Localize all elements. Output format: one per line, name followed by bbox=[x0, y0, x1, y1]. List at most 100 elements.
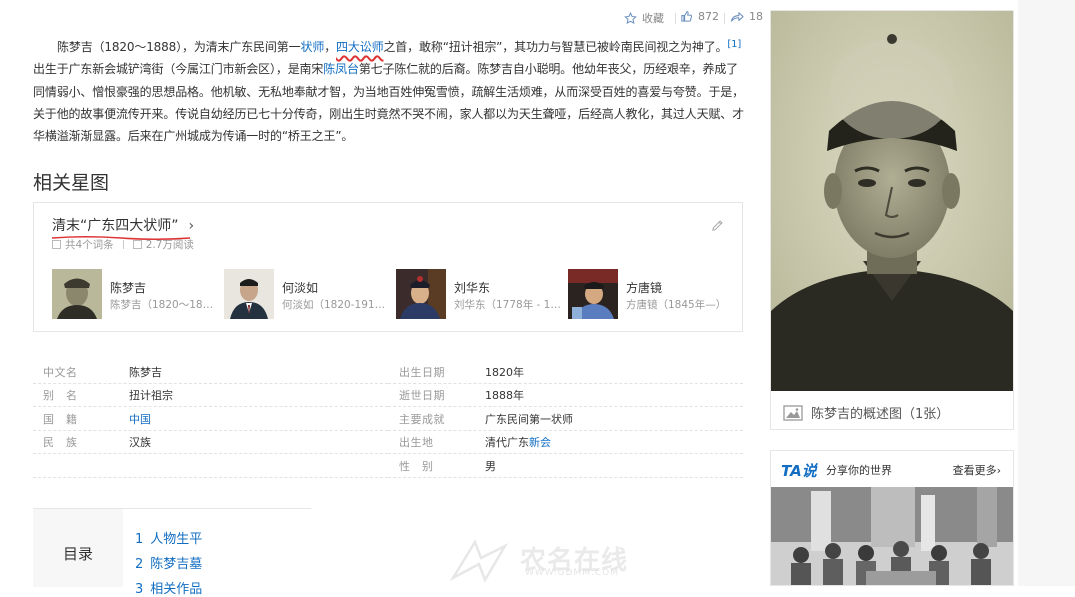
related-figures-card: 清末“广东四大状师” › 共4个词条 2.7万阅读 陈梦吉 陈梦吉（1820～18… bbox=[33, 202, 743, 332]
toc-item[interactable]: 2 陈梦吉墓 bbox=[135, 553, 202, 572]
share-count: 18 bbox=[749, 10, 763, 23]
info-value-link[interactable]: 中国 bbox=[129, 411, 151, 427]
link-sida-songshi[interactable]: 四大讼师 bbox=[336, 40, 384, 54]
info-row bbox=[33, 454, 388, 478]
info-row: 主要成就 广东民间第一状师 bbox=[388, 407, 743, 431]
info-value: 广东民间第一状师 bbox=[485, 413, 573, 426]
ta-share-card: TA说 分享你的世界 查看更多› bbox=[770, 450, 1014, 586]
watermark-url: WWW.GDMM.COM bbox=[525, 568, 619, 578]
edit-icon[interactable] bbox=[711, 217, 724, 236]
portrait-thumbnail bbox=[52, 269, 102, 319]
info-value-link[interactable]: 新会 bbox=[529, 436, 551, 449]
portrait-thumbnail bbox=[396, 269, 446, 319]
summary-text-1: 陈梦吉（1820～1888），为清末广东民间第一 bbox=[57, 40, 301, 54]
ta-logo-ta: TA bbox=[781, 462, 802, 480]
site-watermark: 农名在线 WWW.GDMM.COM bbox=[445, 538, 645, 584]
info-key: 国 籍 bbox=[43, 413, 78, 426]
toc-item-number: 1 bbox=[135, 532, 144, 547]
related-person-name: 方唐镜 bbox=[626, 281, 663, 295]
info-row: 性 别 男 bbox=[388, 454, 743, 478]
like-button[interactable]: 872 bbox=[680, 10, 719, 23]
divider bbox=[675, 13, 676, 24]
divider bbox=[122, 240, 124, 249]
toc-title-block: 目录 bbox=[33, 509, 123, 587]
like-count: 872 bbox=[698, 10, 719, 23]
info-row: 逝世日期 1888年 bbox=[388, 383, 743, 407]
related-person-chen-mengji[interactable]: 陈梦吉 陈梦吉（1820～1888） bbox=[52, 269, 222, 321]
info-row: 别 名 扭计祖宗 bbox=[33, 383, 388, 407]
summary-picture-caption-text: 陈梦吉的概述图（1张） bbox=[811, 407, 950, 422]
table-of-contents: 目录 1 人物生平 2 陈梦吉墓 3 相关作品 bbox=[33, 508, 311, 597]
related-person-name: 刘华东 bbox=[454, 281, 491, 295]
ta-slogan: 分享你的世界 bbox=[826, 464, 892, 477]
link-chen-fengtai[interactable]: 陈凤台 bbox=[323, 62, 359, 76]
ta-logo-shuo: 说 bbox=[801, 462, 817, 480]
link-zhuangshi[interactable]: 状师 bbox=[300, 40, 324, 54]
article-actions: 收藏 872 18 bbox=[620, 10, 768, 28]
related-person-desc: 陈梦吉（1820～1888） bbox=[110, 299, 218, 311]
toc-item-label: 人物生平 bbox=[150, 532, 203, 547]
info-row: 中文名 陈梦吉 bbox=[33, 360, 388, 384]
related-person-desc: 何淡如（1820-1913） bbox=[282, 299, 390, 311]
chevron-right-icon: › bbox=[188, 218, 195, 234]
info-value-text: 清代广东 bbox=[485, 436, 529, 449]
image-icon bbox=[783, 404, 803, 421]
info-value: 1888年 bbox=[485, 389, 524, 402]
summary-text-4: 出生于广东新会城铲湾街（今属江门市新会区），是南宋 bbox=[33, 62, 324, 77]
summary-picture-box[interactable]: 陈梦吉的概述图（1张） bbox=[770, 10, 1014, 430]
info-key: 逝世日期 bbox=[399, 389, 445, 402]
summary-portrait-image[interactable] bbox=[771, 11, 1013, 391]
related-card-meta: 共4个词条 2.7万阅读 bbox=[52, 237, 194, 252]
views-icon bbox=[132, 240, 142, 249]
info-key: 出生地 bbox=[399, 436, 434, 449]
favorite-label: 收藏 bbox=[642, 12, 664, 25]
toc-item-label: 陈梦吉墓 bbox=[150, 557, 203, 572]
info-key: 民 族 bbox=[43, 436, 78, 449]
related-person-liu-huadong[interactable]: 刘华东 刘华东（1778年 - 1844年） bbox=[396, 269, 566, 321]
info-row: 民 族 汉族 bbox=[33, 430, 388, 454]
page-right-gutter bbox=[1018, 0, 1075, 586]
related-person-he-danru[interactable]: 何淡如 何淡如（1820-1913） bbox=[224, 269, 394, 321]
basic-info-table: 中文名 陈梦吉 别 名 扭计祖宗 国 籍 中国 民 族 汉族 出生日期 1820… bbox=[33, 360, 743, 478]
related-person-desc: 方唐镜（1845年—） bbox=[626, 299, 727, 311]
info-row: 出生日期 1820年 bbox=[388, 360, 743, 384]
toc-item[interactable]: 1 人物生平 bbox=[135, 528, 202, 547]
summary-picture-caption[interactable]: 陈梦吉的概述图（1张） bbox=[783, 403, 949, 422]
thumbs-up-icon bbox=[681, 11, 693, 22]
favorite-button[interactable]: 收藏 bbox=[624, 10, 664, 26]
toc-item-label: 相关作品 bbox=[150, 582, 203, 597]
info-key: 性 别 bbox=[399, 460, 434, 473]
ta-feature-image[interactable] bbox=[771, 487, 1013, 585]
toc-item-number: 3 bbox=[135, 582, 144, 597]
star-icon bbox=[624, 11, 637, 24]
related-card-title-text: 清末“广东四大状师” bbox=[52, 218, 179, 234]
info-row: 出生地 清代广东新会 bbox=[388, 430, 743, 454]
info-key: 别 名 bbox=[43, 389, 78, 402]
info-value: 汉族 bbox=[129, 436, 151, 449]
watermark-logo-icon bbox=[449, 539, 509, 583]
info-value: 1820年 bbox=[485, 366, 524, 379]
related-section-heading: 相关星图 bbox=[33, 172, 110, 194]
related-person-name: 陈梦吉 bbox=[110, 281, 147, 295]
divider bbox=[724, 13, 725, 24]
ta-see-more-link[interactable]: 查看更多› bbox=[953, 462, 1001, 478]
share-button[interactable]: 18 bbox=[730, 10, 763, 23]
related-person-desc: 刘华东（1778年 - 1844年） bbox=[454, 299, 562, 311]
toc-item[interactable]: 3 相关作品 bbox=[135, 578, 202, 597]
summary-text-2: ， bbox=[324, 40, 337, 54]
info-value: 男 bbox=[485, 460, 496, 473]
info-row: 国 籍 中国 bbox=[33, 407, 388, 431]
info-value: 扭计祖宗 bbox=[129, 389, 173, 402]
share-icon bbox=[730, 12, 744, 22]
entries-icon bbox=[52, 240, 61, 249]
info-value: 清代广东新会 bbox=[485, 434, 551, 450]
related-person-fang-tangjing[interactable]: 方唐镜 方唐镜（1845年—） bbox=[568, 269, 738, 321]
summary-text-3: 之首，敢称“扭计祖宗”，其功力与智慧已被岭南民间视之为神了。 bbox=[383, 40, 728, 54]
toc-title: 目录 bbox=[63, 545, 94, 563]
related-card-title[interactable]: 清末“广东四大状师” › bbox=[52, 215, 194, 235]
views-count: 2.7万阅读 bbox=[145, 239, 194, 251]
entries-count: 共4个词条 bbox=[65, 239, 114, 251]
info-key: 中文名 bbox=[43, 366, 78, 379]
ta-logo: TA说 bbox=[781, 460, 817, 481]
reference-mark[interactable]: [1] bbox=[727, 39, 741, 50]
